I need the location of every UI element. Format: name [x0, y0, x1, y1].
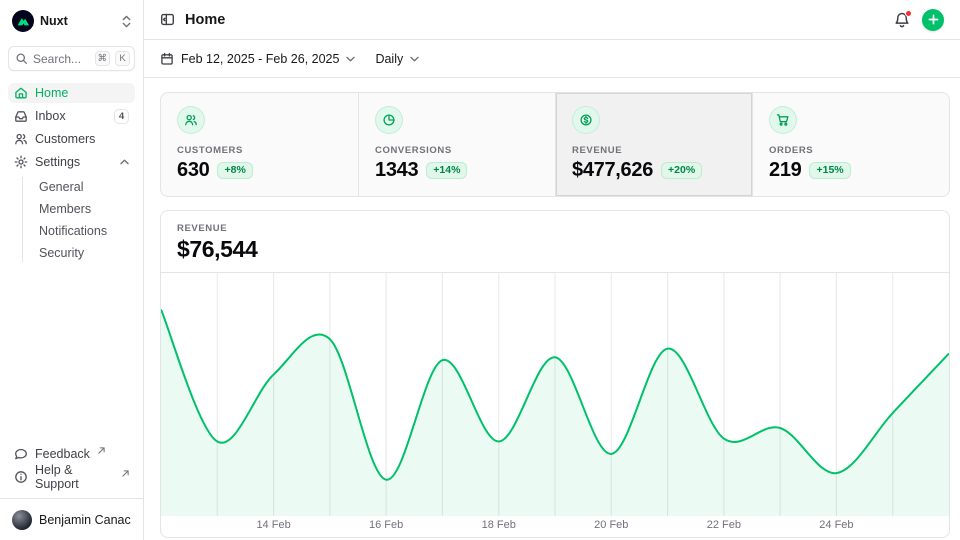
dollar-circle-icon: [572, 106, 600, 134]
x-tick-label: 24 Feb: [819, 519, 853, 531]
x-tick-label: 14 Feb: [256, 519, 290, 531]
stat-value: 219: [769, 159, 801, 182]
avatar: [12, 510, 32, 530]
area-chart[interactable]: [161, 273, 949, 516]
search-placeholder: Search...: [33, 52, 90, 66]
stat-delta-badge: +15%: [809, 162, 850, 179]
stat-value: $477,626: [572, 159, 653, 182]
sidebar-item-general[interactable]: General: [35, 177, 135, 196]
inbox-count-badge: 4: [114, 109, 129, 124]
footer-link-label: Feedback: [35, 447, 90, 461]
sidebar-item-members[interactable]: Members: [35, 199, 135, 218]
stat-label: CUSTOMERS: [177, 145, 342, 156]
chart-pie-icon: [375, 106, 403, 134]
stat-label: REVENUE: [572, 145, 736, 156]
notifications-button[interactable]: [894, 12, 910, 28]
external-link-icon: [98, 447, 105, 454]
stat-value: 630: [177, 159, 209, 182]
footer-link-label: Help & Support: [35, 463, 114, 491]
sidebar-item-label: Settings: [35, 155, 80, 169]
user-menu[interactable]: Benjamin Canac: [8, 502, 135, 532]
x-tick-label: 18 Feb: [482, 519, 516, 531]
chart-metric-value: $76,544: [177, 236, 933, 263]
submenu-label: Security: [39, 246, 84, 260]
submenu-label: General: [39, 180, 83, 194]
period-select[interactable]: Daily: [375, 52, 419, 66]
chevron-down-icon: [346, 56, 355, 62]
chart-header: REVENUE $76,544: [161, 211, 949, 273]
page-header: Home: [144, 0, 960, 40]
sidebar: Nuxt Search... ⌘ K: [0, 0, 144, 540]
page-title: Home: [185, 12, 225, 28]
filters-toolbar: Feb 12, 2025 - Feb 26, 2025 Daily: [144, 40, 960, 78]
feedback-link[interactable]: Feedback: [8, 444, 135, 464]
sidebar-item-label: Inbox: [35, 109, 66, 123]
home-icon: [14, 86, 28, 100]
chevron-down-icon: [410, 56, 419, 62]
sidebar-item-notifications[interactable]: Notifications: [35, 221, 135, 240]
sidebar-collapse-button[interactable]: [160, 12, 175, 27]
sidebar-item-security[interactable]: Security: [35, 243, 135, 262]
chevron-up-icon: [120, 159, 129, 165]
sidebar-item-label: Home: [35, 86, 68, 100]
sidebar-nav: Home Inbox 4 C: [8, 83, 135, 262]
chevrons-up-down-icon: [122, 15, 131, 28]
team-name: Nuxt: [40, 14, 68, 28]
stat-delta-badge: +8%: [217, 162, 252, 179]
stat-value: 1343: [375, 159, 418, 182]
stat-delta-badge: +14%: [426, 162, 467, 179]
team-switcher[interactable]: Nuxt: [8, 7, 135, 35]
external-link-icon: [122, 470, 129, 477]
stat-orders[interactable]: ORDERS 219 +15%: [752, 93, 949, 196]
inbox-icon: [14, 109, 28, 123]
settings-submenu: General Members Notifications Security: [22, 177, 135, 262]
users-icon: [177, 106, 205, 134]
stat-customers[interactable]: CUSTOMERS 630 +8%: [161, 93, 358, 196]
sidebar-item-inbox[interactable]: Inbox 4: [8, 106, 135, 126]
gear-icon: [14, 155, 28, 169]
stat-delta-badge: +20%: [661, 162, 702, 179]
revenue-chart-card: REVENUE $76,544 14 Feb 16 Feb 18 Feb 20 Feb…: [160, 210, 950, 538]
kbd-meta: ⌘: [95, 51, 111, 66]
submenu-label: Notifications: [39, 224, 107, 238]
chart-x-axis: 14 Feb 16 Feb 18 Feb 20 Feb 22 Feb 24 Feb: [161, 516, 949, 537]
nuxt-logo-icon: [12, 10, 34, 32]
chart-canvas: [161, 273, 949, 516]
notification-dot: [905, 10, 912, 17]
info-circle-icon: [14, 470, 28, 484]
sidebar-item-label: Customers: [35, 132, 95, 146]
stat-conversions[interactable]: CONVERSIONS 1343 +14%: [358, 93, 555, 196]
date-range-value: Feb 12, 2025 - Feb 26, 2025: [181, 52, 339, 66]
main-area: Home: [144, 0, 960, 540]
help-support-link[interactable]: Help & Support: [8, 467, 135, 487]
stat-label: CONVERSIONS: [375, 145, 539, 156]
date-range-picker[interactable]: Feb 12, 2025 - Feb 26, 2025: [160, 52, 355, 66]
stats-row: CUSTOMERS 630 +8% CONVERSIONS 1343: [160, 92, 950, 197]
plus-icon: [928, 14, 939, 25]
sidebar-item-customers[interactable]: Customers: [8, 129, 135, 149]
sidebar-item-home[interactable]: Home: [8, 83, 135, 103]
dashboard-content: CUSTOMERS 630 +8% CONVERSIONS 1343: [144, 78, 960, 540]
chart-metric-label: REVENUE: [177, 223, 933, 234]
x-tick-label: 22 Feb: [707, 519, 741, 531]
stat-label: ORDERS: [769, 145, 933, 156]
search-input[interactable]: Search... ⌘ K: [8, 46, 135, 71]
divider: [0, 498, 143, 499]
search-icon: [15, 52, 28, 65]
sidebar-footer: Feedback Help & Support Ben: [8, 444, 135, 532]
user-name: Benjamin Canac: [39, 513, 131, 527]
sidebar-item-settings[interactable]: Settings: [8, 152, 135, 172]
x-tick-label: 20 Feb: [594, 519, 628, 531]
users-icon: [14, 132, 28, 146]
app-window: Nuxt Search... ⌘ K: [0, 0, 960, 540]
x-tick-label: 16 Feb: [369, 519, 403, 531]
add-button[interactable]: [922, 9, 944, 31]
stat-revenue[interactable]: REVENUE $477,626 +20%: [555, 93, 752, 196]
kbd-k: K: [115, 51, 130, 66]
calendar-icon: [160, 52, 174, 66]
chat-bubble-icon: [14, 447, 28, 461]
submenu-label: Members: [39, 202, 91, 216]
period-value: Daily: [375, 52, 403, 66]
shopping-cart-icon: [769, 106, 797, 134]
